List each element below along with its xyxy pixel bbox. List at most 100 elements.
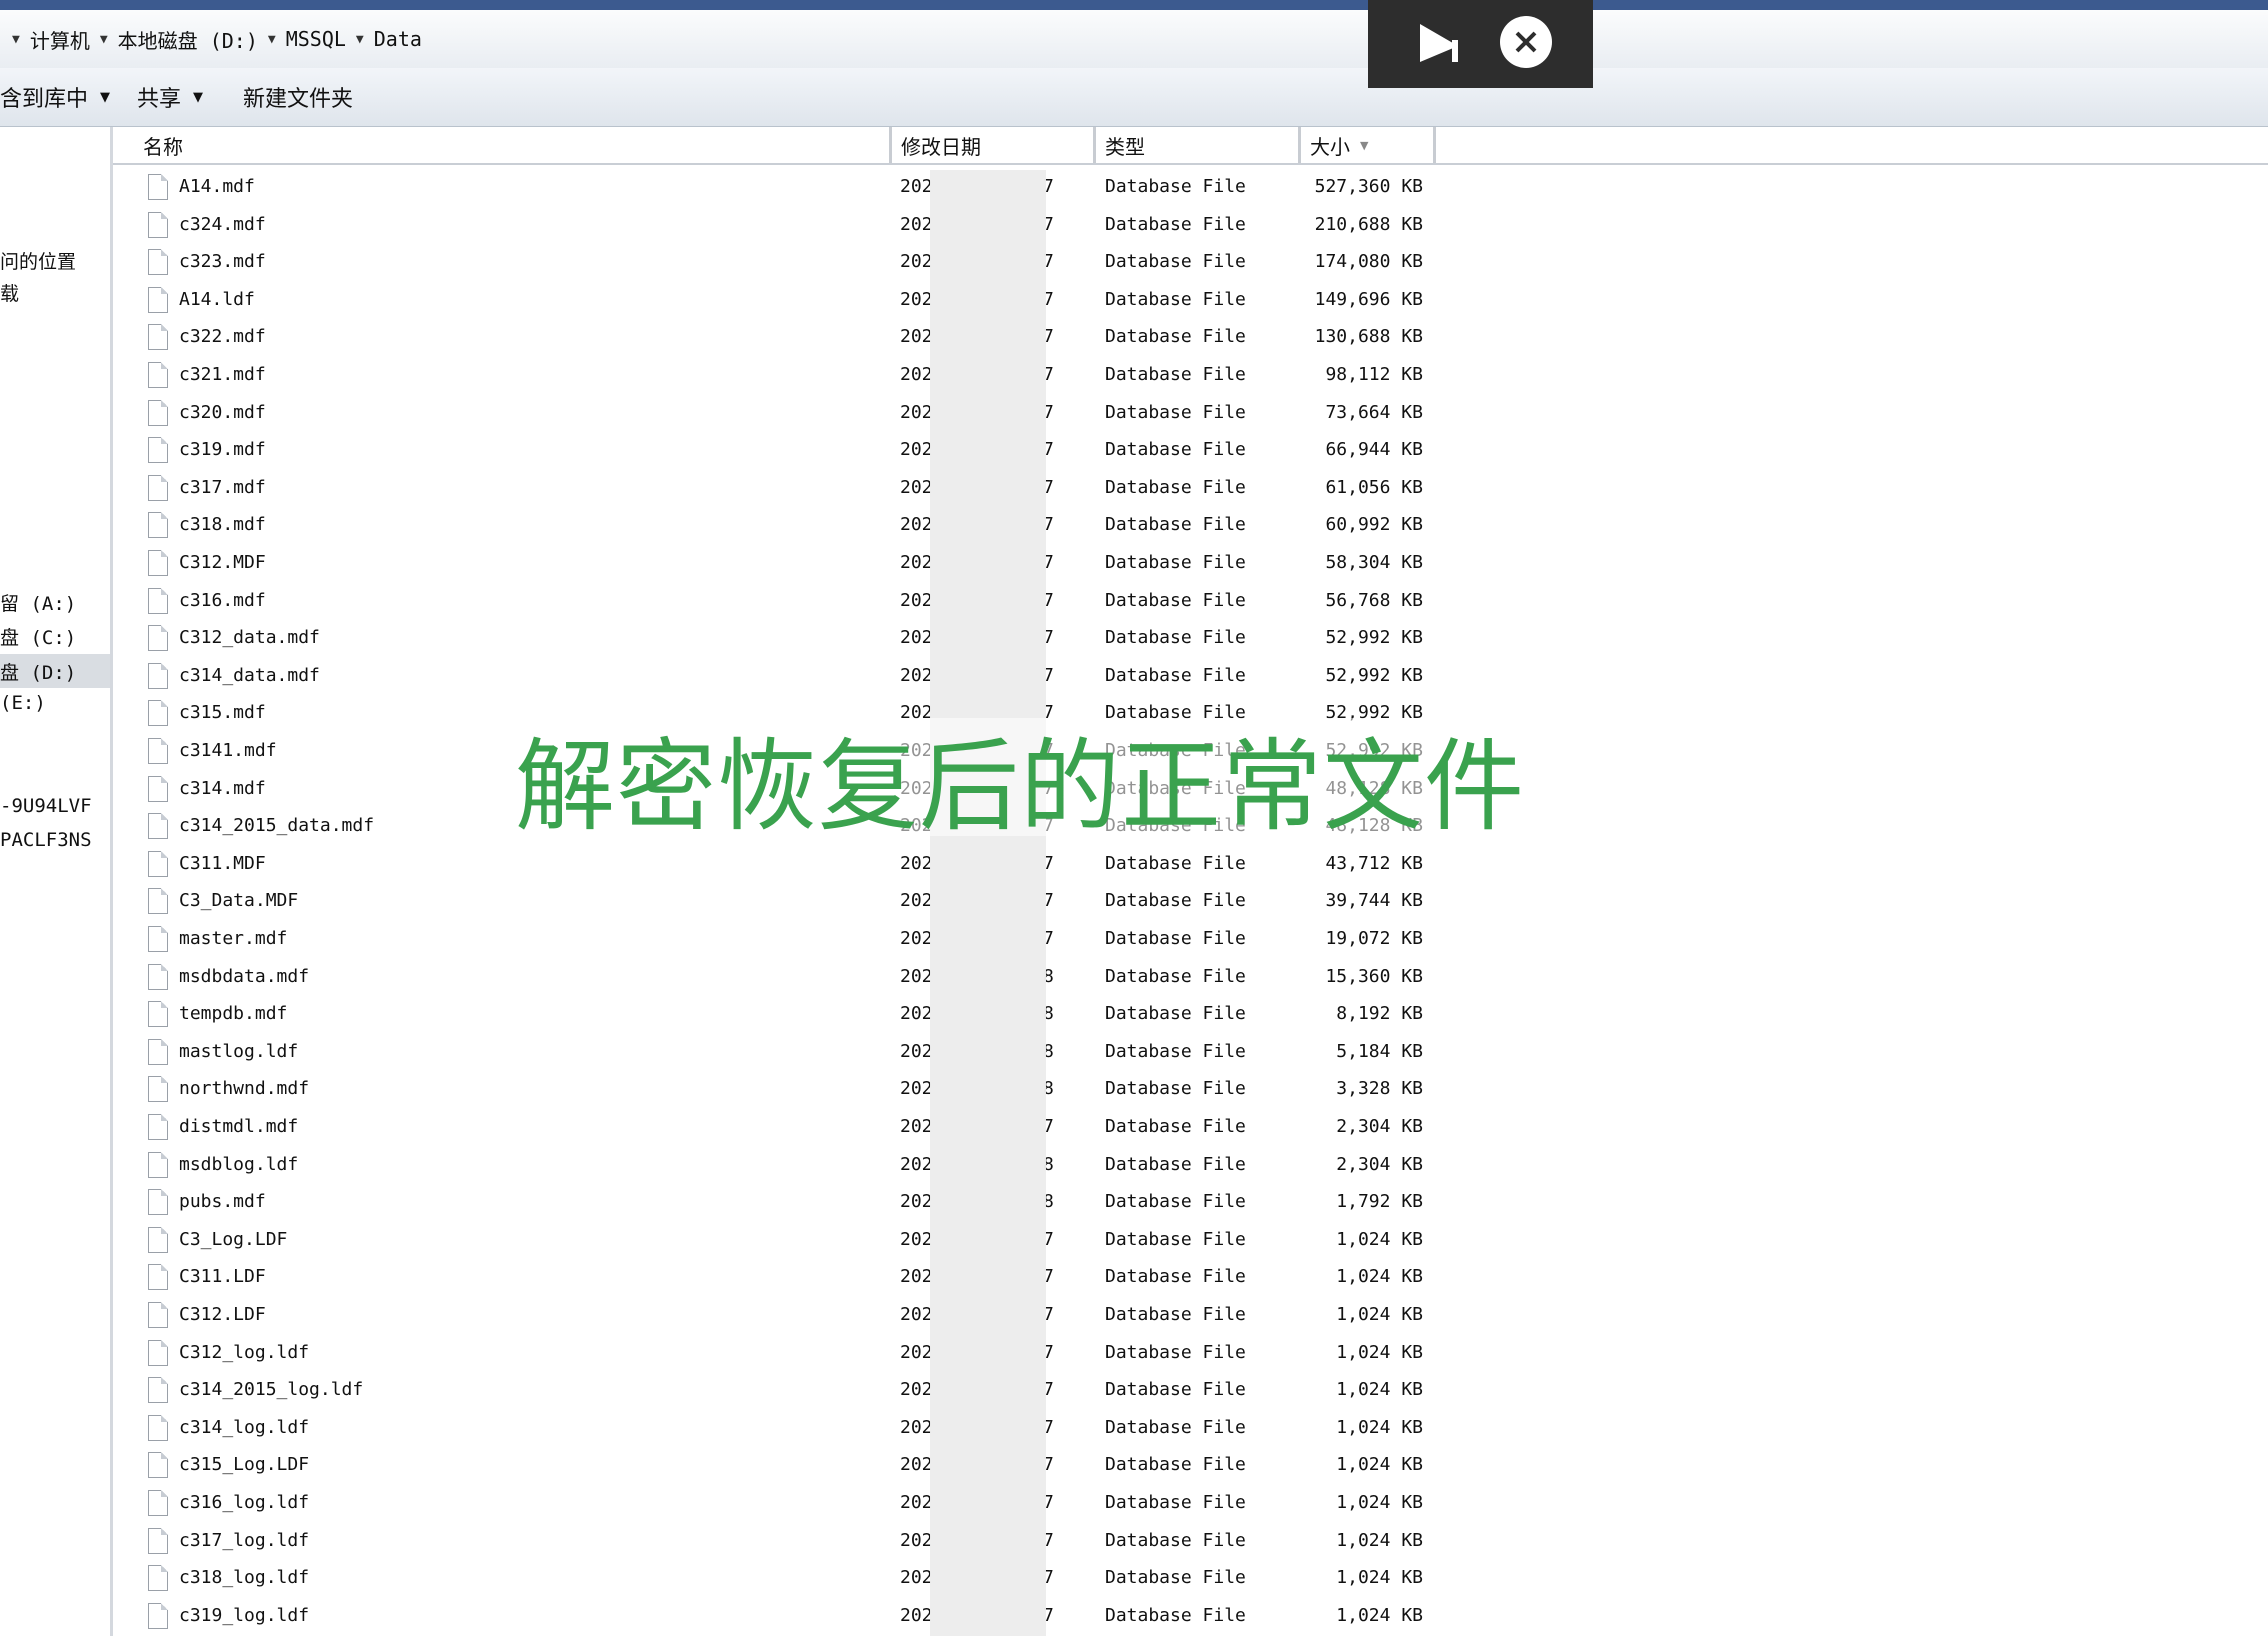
column-divider[interactable] [1093,127,1096,163]
table-row[interactable]: C311.MDF 202 7 Database File 43,712 KB [113,847,1433,884]
table-row[interactable]: C312.LDF 202 7 Database File 1,024 KB [113,1298,1433,1335]
share-button[interactable]: 共享 ▼ [137,82,203,112]
file-name[interactable]: distmdl.mdf [179,1116,298,1137]
nav-item-network-pc-1[interactable]: -9U94LVF [0,795,92,817]
include-in-library-button[interactable]: 含到库中 ▼ [0,82,110,112]
file-name[interactable]: C312_data.mdf [179,627,320,648]
file-name[interactable]: c324.mdf [179,214,266,235]
nav-item-recent-places[interactable]: 问的位置 [0,247,76,274]
nav-item-drive-a[interactable]: 留 (A:) [0,589,76,616]
table-row[interactable]: c316_log.ldf 202 7 Database File 1,024 KB [113,1486,1433,1523]
table-row[interactable]: mastlog.ldf 202 8 Database File 5,184 KB [113,1035,1433,1072]
chevron-down-icon[interactable]: ▼ [356,32,364,47]
table-row[interactable]: c321.mdf 202 7 Database File 98,112 KB [113,358,1433,395]
table-row[interactable]: master.mdf 202 7 Database File 19,072 KB [113,922,1433,959]
table-row[interactable]: C3_Data.MDF 202 7 Database File 39,744 KB [113,884,1433,921]
table-row[interactable]: C311.LDF 202 7 Database File 1,024 KB [113,1260,1433,1297]
file-name[interactable]: c314_log.ldf [179,1417,309,1438]
file-name[interactable]: C312.LDF [179,1304,266,1325]
file-name[interactable]: pubs.mdf [179,1191,266,1212]
nav-item-drive-e[interactable]: (E:) [0,692,46,714]
file-name[interactable]: c3141.mdf [179,740,277,761]
breadcrumb-data[interactable]: Data [374,27,422,51]
table-row[interactable]: distmdl.mdf 202 7 Database File 2,304 KB [113,1110,1433,1147]
table-row[interactable]: C3_Log.LDF 202 7 Database File 1,024 KB [113,1223,1433,1260]
chevron-down-icon[interactable]: ▼ [268,32,276,47]
file-name[interactable]: C311.MDF [179,853,266,874]
file-name[interactable]: c318.mdf [179,514,266,535]
nav-item-drive-c[interactable]: 盘 (C:) [0,623,76,650]
file-name[interactable]: c314_2015_data.mdf [179,815,374,836]
nav-item-network-pc-2[interactable]: PACLF3NS [0,829,92,851]
table-row[interactable]: northwnd.mdf 202 8 Database File 3,328 KB [113,1072,1433,1109]
file-name[interactable]: C3_Data.MDF [179,890,298,911]
file-name[interactable]: c323.mdf [179,251,266,272]
chevron-down-icon[interactable]: ▼ [100,32,108,47]
chevron-down-icon[interactable]: ▼ [12,32,20,47]
file-name[interactable]: c317.mdf [179,477,266,498]
file-name[interactable]: A14.ldf [179,289,255,310]
nav-item-drive-d[interactable]: 盘 (D:) [0,658,76,685]
table-row[interactable]: c315_Log.LDF 202 7 Database File 1,024 KB [113,1448,1433,1485]
new-folder-button[interactable]: 新建文件夹 [243,82,353,112]
file-name[interactable]: c318_log.ldf [179,1567,309,1588]
column-name-header[interactable]: 名称 [143,127,183,163]
column-date-header[interactable]: 修改日期 [901,127,981,163]
file-name[interactable]: mastlog.ldf [179,1041,298,1062]
table-row[interactable]: c322.mdf 202 7 Database File 130,688 KB [113,320,1433,357]
close-icon[interactable] [1500,16,1552,68]
file-name[interactable]: c314_2015_log.ldf [179,1379,363,1400]
file-name[interactable]: c322.mdf [179,326,266,347]
table-row[interactable]: A14.mdf 202 7 Database File 527,360 KB [113,170,1433,207]
file-name[interactable]: c316_log.ldf [179,1492,309,1513]
file-name[interactable]: master.mdf [179,928,287,949]
breadcrumb-drive-d[interactable]: 本地磁盘 (D:) [118,25,258,54]
table-row[interactable]: c319_log.ldf 202 7 Database File 1,024 KB [113,1599,1433,1636]
table-row[interactable]: msdblog.ldf 202 8 Database File 2,304 KB [113,1148,1433,1185]
file-name[interactable]: A14.mdf [179,176,255,197]
table-row[interactable]: c324.mdf 202 7 Database File 210,688 KB [113,208,1433,245]
column-divider[interactable] [889,127,892,163]
table-row[interactable]: c314_2015_log.ldf 202 7 Database File 1,024 … [113,1373,1433,1410]
column-divider[interactable] [1298,127,1301,163]
file-name[interactable]: c320.mdf [179,402,266,423]
table-row[interactable]: c318_log.ldf 202 7 Database File 1,024 KB [113,1561,1433,1598]
nav-item-downloads[interactable]: 载 [0,279,19,306]
breadcrumb-mssql[interactable]: MSSQL [286,27,346,51]
breadcrumb-computer[interactable]: 计算机 [30,25,90,54]
file-name[interactable]: c319_log.ldf [179,1605,309,1626]
file-name[interactable]: tempdb.mdf [179,1003,287,1024]
file-name[interactable]: msdbdata.mdf [179,966,309,987]
table-row[interactable]: A14.ldf 202 7 Database File 149,696 KB [113,283,1433,320]
file-name[interactable]: c321.mdf [179,364,266,385]
play-icon[interactable] [1416,20,1462,66]
column-size-header[interactable]: 大小 ▼ [1310,127,1368,163]
file-name[interactable]: c316.mdf [179,590,266,611]
file-name[interactable]: msdblog.ldf [179,1154,298,1175]
file-name[interactable]: c314.mdf [179,778,266,799]
table-row[interactable]: c314_log.ldf 202 7 Database File 1,024 KB [113,1411,1433,1448]
file-name[interactable]: c315.mdf [179,702,266,723]
file-name[interactable]: c314_data.mdf [179,665,320,686]
file-name[interactable]: c317_log.ldf [179,1530,309,1551]
table-row[interactable]: msdbdata.mdf 202 8 Database File 15,360 KB [113,960,1433,997]
column-divider[interactable] [1433,127,1436,163]
table-row[interactable]: C312_data.mdf 202 7 Database File 52,992 KB [113,621,1433,658]
table-row[interactable]: c316.mdf 202 7 Database File 56,768 KB [113,584,1433,621]
address-bar[interactable]: ▼ 计算机 ▼ 本地磁盘 (D:) ▼ MSSQL ▼ Data [0,10,2268,69]
table-row[interactable]: c314_data.mdf 202 7 Database File 52,992 KB [113,659,1433,696]
file-name[interactable]: northwnd.mdf [179,1078,309,1099]
file-name[interactable]: C312_log.ldf [179,1342,309,1363]
file-name[interactable]: C311.LDF [179,1266,266,1287]
table-row[interactable]: c320.mdf 202 7 Database File 73,664 KB [113,396,1433,433]
table-row[interactable]: pubs.mdf 202 8 Database File 1,792 KB [113,1185,1433,1222]
table-row[interactable]: C312_log.ldf 202 7 Database File 1,024 KB [113,1336,1433,1373]
table-row[interactable]: c318.mdf 202 7 Database File 60,992 KB [113,508,1433,545]
table-row[interactable]: tempdb.mdf 202 8 Database File 8,192 KB [113,997,1433,1034]
table-row[interactable]: c319.mdf 202 7 Database File 66,944 KB [113,433,1433,470]
column-type-header[interactable]: 类型 [1105,127,1145,163]
file-name[interactable]: C312.MDF [179,552,266,573]
table-row[interactable]: C312.MDF 202 7 Database File 58,304 KB [113,546,1433,583]
file-name[interactable]: c315_Log.LDF [179,1454,309,1475]
table-row[interactable]: c317.mdf 202 7 Database File 61,056 KB [113,471,1433,508]
